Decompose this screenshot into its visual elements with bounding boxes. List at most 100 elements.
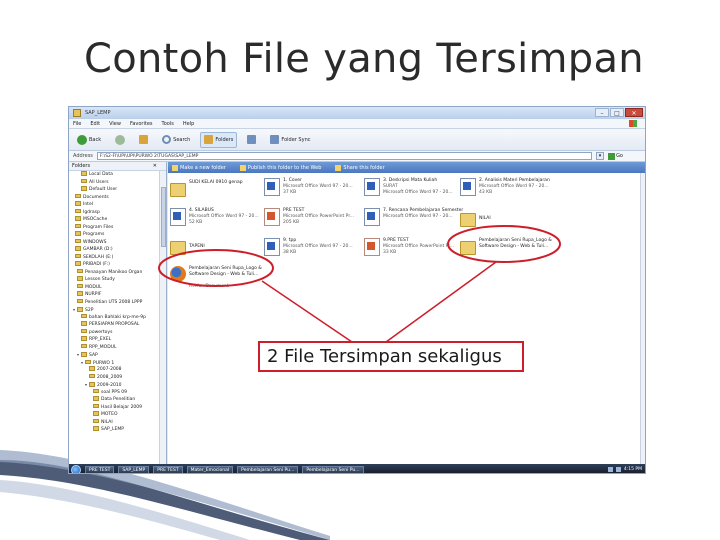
address-dropdown-button[interactable]: ▾ bbox=[596, 152, 605, 160]
folder-tree-item[interactable]: Program Files bbox=[69, 223, 166, 232]
folder-tree-item[interactable]: Local Data bbox=[69, 171, 166, 179]
folder-tree-item[interactable]: SEKOLAH (E:) bbox=[69, 253, 166, 262]
folder-tree-item[interactable]: 2008_2009 bbox=[69, 373, 166, 382]
folder-tree-item[interactable]: Documents bbox=[69, 193, 166, 202]
folder-tree-label: powertoys bbox=[89, 329, 113, 335]
folder-tree-scrollbar[interactable] bbox=[159, 171, 166, 464]
folder-tree-item[interactable]: NURPIF bbox=[69, 291, 166, 299]
folder-tree-item[interactable]: ▾ PURWO 1 bbox=[69, 359, 166, 367]
folder-tree-item[interactable]: MODUL bbox=[69, 283, 166, 292]
address-input[interactable]: F:\S2-FI\UPI\UPI\PURWO 2\TUGAS\SAP_LEMP bbox=[96, 152, 593, 160]
folder-tree-item[interactable]: PERSIAPAN PROPOSAL bbox=[69, 321, 166, 329]
folder-tree-item[interactable]: 2007-2008 bbox=[69, 366, 166, 374]
folder-tree-label: PRIBADI (F:) bbox=[83, 262, 110, 267]
file-item[interactable]: 3. Deskripsi Mata Kuliah SURAT Microsoft… bbox=[364, 176, 474, 204]
tray-volume-icon[interactable] bbox=[615, 467, 621, 472]
file-item[interactable]: 7. Rencana Pembelajaran Semester Microso… bbox=[364, 206, 474, 234]
folder-tree-item[interactable]: ▾ 2009-2010 bbox=[69, 381, 166, 389]
taskbar-item[interactable]: PRE TEST bbox=[153, 465, 183, 473]
folder-tree-label: WINDOWS bbox=[83, 239, 107, 245]
file-item[interactable]: 2. Analisis Materi Pembelajaran Microsof… bbox=[460, 176, 570, 204]
folder-tree-item[interactable]: Data Penelitian bbox=[69, 396, 166, 404]
folder-tree-item[interactable]: ▾ SAP bbox=[69, 351, 166, 359]
file-name: Pembelajaran Seni Rupa_Logo & Software D… bbox=[479, 238, 552, 249]
file-item[interactable]: 1. Cover Microsoft Office Word 97 - 20..… bbox=[264, 176, 374, 204]
taskbar-item[interactable]: PRE TEST bbox=[85, 465, 115, 473]
folder-tree-item[interactable]: Lesson Study bbox=[69, 276, 166, 284]
folder-icon bbox=[93, 426, 99, 431]
file-item[interactable]: 9.PRE TEST Microsoft Office PowerPoint P… bbox=[364, 236, 474, 264]
system-tray: 4:15 PM bbox=[607, 467, 645, 472]
menu-help[interactable]: Help bbox=[183, 121, 194, 127]
folder-tree-label: Intel bbox=[83, 202, 93, 207]
menu-edit[interactable]: Edit bbox=[90, 121, 100, 127]
folder-tree-item[interactable]: GAMBAR (D:) bbox=[69, 246, 166, 254]
folder-tree-item[interactable]: Intel bbox=[69, 201, 166, 209]
file-item[interactable]: PRE TEST Microsoft Office PowerPoint Pr.… bbox=[264, 206, 374, 234]
folder-tree-item[interactable]: Programs bbox=[69, 231, 166, 239]
menu-favorites[interactable]: Favorites bbox=[130, 121, 153, 127]
menu-file[interactable]: File bbox=[73, 121, 81, 127]
powerpoint-document-icon bbox=[364, 238, 380, 256]
scrollbar-thumb[interactable] bbox=[161, 187, 166, 247]
folder-tree-item[interactable]: MOTEO bbox=[69, 411, 166, 419]
folder-tree-item[interactable]: RPP_EXEL bbox=[69, 336, 166, 344]
folder-tree-item[interactable]: powertoys bbox=[69, 328, 166, 337]
maximize-button[interactable]: □ bbox=[610, 108, 624, 117]
folder-sync-button[interactable]: Folder Sync bbox=[266, 132, 314, 148]
callout-box: 2 File Tersimpan sekaligus bbox=[258, 341, 524, 372]
taskbar-item[interactable]: Pembelajaran Seni Pu... bbox=[237, 465, 299, 473]
forward-button[interactable] bbox=[111, 132, 129, 148]
close-tree-icon[interactable]: ✕ bbox=[153, 162, 157, 170]
folder-tree-item[interactable]: Penelitian UTS 2008 LPPP bbox=[69, 298, 166, 307]
start-button[interactable] bbox=[71, 464, 81, 473]
folder-tree-item[interactable]: All Users bbox=[69, 178, 166, 187]
folder-tree-item[interactable]: RPP_MODUL bbox=[69, 343, 166, 352]
go-button[interactable]: Go bbox=[608, 152, 623, 160]
forward-arrow-icon bbox=[115, 134, 126, 145]
folder-tree-item[interactable]: Default User bbox=[69, 186, 166, 194]
toolbar: Back Search Folders Folder Sync bbox=[69, 129, 645, 151]
back-button[interactable]: Back bbox=[73, 132, 105, 148]
folder-tree-label: GAMBAR (D:) bbox=[83, 247, 113, 252]
publish-folder-link[interactable]: Publish this folder to the Web bbox=[239, 164, 321, 171]
file-item[interactable]: NILAI bbox=[460, 208, 570, 236]
file-item[interactable]: Pembelajaran Seni Rupa_Logo & Software D… bbox=[170, 264, 280, 292]
folder-tree-item[interactable]: NILAI bbox=[69, 418, 166, 427]
taskbar-item[interactable]: Pembelajaran Seni Pu... bbox=[302, 465, 364, 473]
menu-tools[interactable]: Tools bbox=[162, 121, 174, 127]
folder-tree-item[interactable]: ▾ S2P bbox=[69, 306, 166, 314]
folder-tree-item[interactable]: SAP_LEMP bbox=[69, 426, 166, 434]
folder-tree-item[interactable]: Hasil Belajar 2009 bbox=[69, 403, 166, 412]
make-new-folder-link[interactable]: Make a new folder bbox=[172, 164, 226, 171]
menu-view[interactable]: View bbox=[109, 121, 121, 127]
folder-tree-item[interactable]: PRIBADI (F:) bbox=[69, 261, 166, 269]
folders-button[interactable]: Folders bbox=[200, 131, 238, 148]
taskbar-item[interactable]: Mater_Emocional bbox=[186, 465, 234, 473]
folder-icon bbox=[460, 213, 476, 227]
folder-tree-item[interactable]: MSOCache bbox=[69, 216, 166, 224]
file-item[interactable]: Pembelajaran Seni Rupa_Logo & Software D… bbox=[460, 236, 570, 264]
folder-icon bbox=[170, 241, 186, 255]
tray-network-icon[interactable] bbox=[607, 467, 613, 472]
minimize-button[interactable]: – bbox=[595, 108, 609, 117]
window-titlebar[interactable]: SAP_LEMP – □ ✕ bbox=[69, 107, 645, 119]
views-icon bbox=[247, 135, 257, 144]
close-button[interactable]: ✕ bbox=[625, 108, 643, 117]
views-button[interactable] bbox=[243, 132, 260, 148]
folder-tree: Folders ✕ Local Data All Users Default Use… bbox=[69, 162, 167, 464]
folders-label: Folders bbox=[215, 136, 234, 143]
folder-tree-item[interactable]: Penaayan Manikoo Organ bbox=[69, 268, 166, 277]
share-folder-link[interactable]: Share this folder bbox=[335, 164, 385, 171]
file-item[interactable]: 9. tpp Microsoft Office Word 97 - 20... … bbox=[264, 236, 374, 264]
search-button[interactable]: Search bbox=[158, 132, 194, 148]
up-folder-button[interactable] bbox=[135, 132, 152, 148]
folder-tree-item[interactable]: Igdrasp bbox=[69, 208, 166, 217]
folder-icon bbox=[75, 238, 81, 244]
folder-tree-item[interactable]: soal PPS 09 bbox=[69, 388, 166, 397]
taskbar-item[interactable]: SAP_LEMP bbox=[118, 465, 150, 473]
file-pane-scrollbar[interactable] bbox=[640, 173, 645, 464]
folder-tree-item[interactable]: bahan Bahlaki krp-me-9p bbox=[69, 313, 166, 322]
folder-icon bbox=[75, 253, 81, 259]
folder-tree-item[interactable]: WINDOWS bbox=[69, 238, 166, 247]
